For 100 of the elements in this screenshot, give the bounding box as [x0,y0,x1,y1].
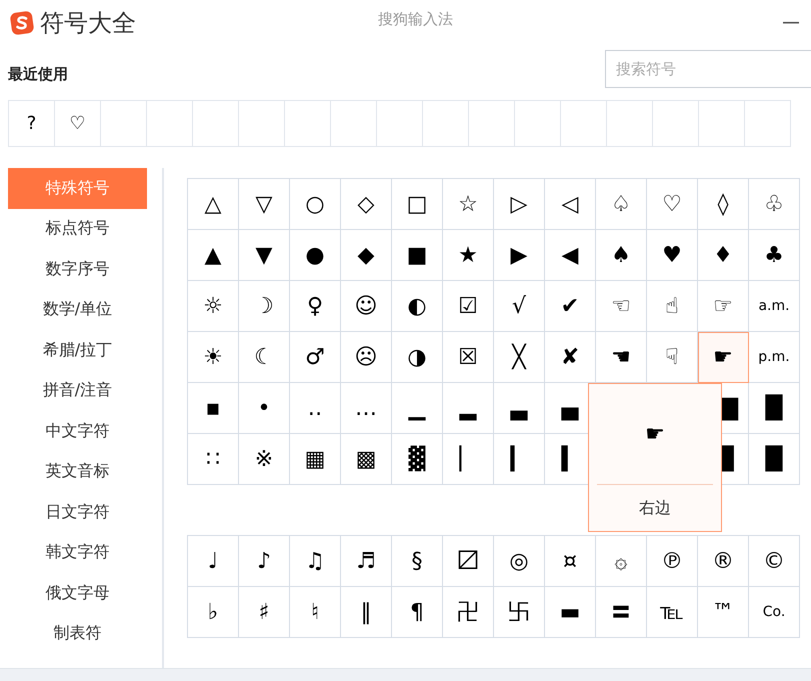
symbol-cell[interactable]: ☝ [647,281,698,332]
symbol-cell[interactable]: ▼ [239,230,290,281]
symbol-cell[interactable]: ○ [290,179,341,230]
category-item[interactable]: 英文音标 [8,452,147,492]
symbol-cell[interactable]: ☜ [596,281,647,332]
symbol-cell[interactable]: ◁ [545,179,596,230]
category-item[interactable]: 中文字符 [8,411,147,452]
symbol-cell[interactable]: △ [188,179,239,230]
symbol-cell[interactable]: √ [494,281,545,332]
symbol-cell[interactable]: 〓 [596,587,647,638]
symbol-cell[interactable]: ¶ [392,587,443,638]
symbol-cell[interactable]: ▁ [392,383,443,434]
symbol-cell[interactable]: ♀ [290,281,341,332]
symbol-cell[interactable]: ■ [392,230,443,281]
symbol-cell[interactable]: ▶ [494,230,545,281]
category-item[interactable]: 数学/单位 [8,290,147,330]
symbol-cell[interactable]: ♧ [749,179,800,230]
symbol-cell[interactable]: ★ [443,230,494,281]
symbol-cell[interactable]: ✔ [545,281,596,332]
tooltip-label: 右边 [639,496,671,518]
symbol-cell[interactable]: ▪ [188,383,239,434]
symbol-cell[interactable]: ۞ [596,536,647,587]
symbol-cell[interactable]: ▂ [443,383,494,434]
symbol-cell[interactable]: ♡ [647,179,698,230]
symbol-cell[interactable]: ∷ [188,434,239,485]
symbol-cell[interactable]: ▷ [494,179,545,230]
symbol-cell[interactable]: ♫ [290,536,341,587]
symbol-cell[interactable]: a.m. [749,281,800,332]
symbol-cell[interactable]: ▓ [392,434,443,485]
symbol-cell[interactable]: © [749,536,800,587]
symbol-cell[interactable]: ☑ [443,281,494,332]
symbol-cell[interactable]: ♮ [290,587,341,638]
symbol-cell[interactable]: p.m. [749,332,800,383]
symbol-cell[interactable]: ☛ [698,332,749,383]
symbol-cell[interactable]: ▦ [290,434,341,485]
symbol-cell[interactable]: … [341,383,392,434]
symbol-cell[interactable]: 卍 [443,587,494,638]
category-item[interactable]: 日文字符 [8,492,147,532]
symbol-cell[interactable]: ☆ [443,179,494,230]
symbol-cell[interactable]: ™ [698,587,749,638]
category-item[interactable]: 制表符 [8,614,147,654]
symbol-cell[interactable]: ♦ [698,230,749,281]
symbol-cell[interactable]: ♠ [596,230,647,281]
category-item[interactable]: 拼音/注音 [8,370,147,411]
category-item[interactable]: 韩文字符 [8,532,147,573]
symbol-cell[interactable]: ‥ [290,383,341,434]
symbol-cell[interactable]: ♣ [749,230,800,281]
symbol-cell[interactable]: ◆ [341,230,392,281]
symbol-cell[interactable]: ▎ [494,434,545,485]
symbol-cell[interactable]: ♪ [239,536,290,587]
symbol-cell[interactable]: 卐 [494,587,545,638]
symbol-cell[interactable]: ♤ [596,179,647,230]
symbol-cell[interactable]: ☹ [341,332,392,383]
symbol-cell[interactable]: ▲ [188,230,239,281]
symbol-cell[interactable]: □ [392,179,443,230]
category-item[interactable]: 希腊/拉丁 [8,330,147,370]
symbol-cell[interactable]: ◎ [494,536,545,587]
symbol-cell[interactable]: ◊ [698,179,749,230]
symbol-cell[interactable]: ‖ [341,587,392,638]
symbol-cell[interactable]: ● [290,230,341,281]
symbol-cell[interactable]: ♥ [647,230,698,281]
symbol-cell[interactable]: 〼 [443,536,494,587]
symbol-cell[interactable]: ▃ [494,383,545,434]
symbol-cell[interactable]: ▬ [545,587,596,638]
symbol-cell[interactable]: █ [749,383,800,434]
symbol-cell[interactable]: ▩ [341,434,392,485]
symbol-cell[interactable]: ✘ [545,332,596,383]
symbol-cell[interactable]: ◀ [545,230,596,281]
symbol-cell[interactable]: ® [698,536,749,587]
symbol-cell[interactable]: ☀ [188,332,239,383]
symbol-cell[interactable]: ▽ [239,179,290,230]
category-item[interactable]: 俄文字母 [8,573,147,614]
logo-icon [10,11,34,35]
symbol-cell[interactable]: ♯ [239,587,290,638]
symbol-cell[interactable]: ※ [239,434,290,485]
symbol-cell[interactable]: █ [749,434,800,485]
symbol-cell[interactable]: ♬ [341,536,392,587]
symbol-cell[interactable]: § [392,536,443,587]
search-field[interactable]: 搜索符号 [605,50,811,88]
symbol-cell[interactable]: ☽ [239,281,290,332]
symbol-cell[interactable]: ◇ [341,179,392,230]
symbol-cell[interactable]: ◐ [392,281,443,332]
symbol-cell[interactable]: ¤ [545,536,596,587]
symbol-cell[interactable]: ▏ [443,434,494,485]
symbol-cell[interactable]: ☾ [239,332,290,383]
symbol-cell[interactable]: • [239,383,290,434]
category-item[interactable]: 数字序号 [8,249,147,290]
symbol-cell[interactable]: ♭ [188,587,239,638]
symbol-cell[interactable]: ☒ [443,332,494,383]
symbol-cell[interactable]: ☺ [341,281,392,332]
minimize-button[interactable]: — [779,14,803,32]
symbol-cell[interactable]: ♩ [188,536,239,587]
symbol-cell[interactable]: ☼ [188,281,239,332]
symbol-cell[interactable]: ℡ [647,587,698,638]
symbol-cell[interactable]: ◑ [392,332,443,383]
category-item[interactable]: 标点符号 [8,208,147,249]
symbol-cell[interactable]: ℗ [647,536,698,587]
symbol-cell[interactable]: ♂ [290,332,341,383]
symbol-cell[interactable]: ╳ [494,332,545,383]
symbol-cell[interactable]: Co. [749,587,800,638]
